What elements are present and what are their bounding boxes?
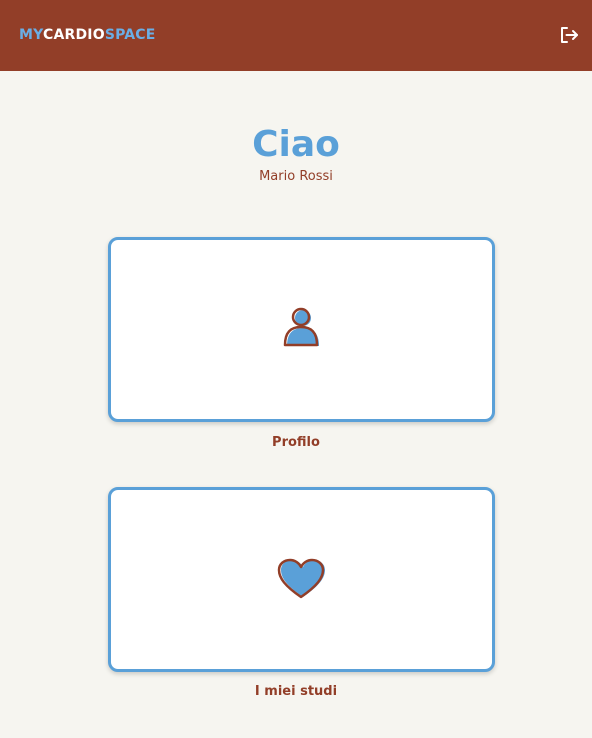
logo-part-my: MY <box>19 27 43 43</box>
logout-icon <box>561 27 578 43</box>
logo-part-cardio: CARDIO <box>42 27 105 43</box>
logo-part-space: SPACE <box>104 27 156 43</box>
profile-card-label: Profilo <box>272 435 320 450</box>
greeting-title: Ciao <box>252 124 340 165</box>
studies-card[interactable] <box>108 487 495 672</box>
user-icon <box>277 303 327 357</box>
app-logo[interactable]: MYCARDIOSPACE <box>19 27 156 43</box>
logout-button[interactable] <box>558 24 580 46</box>
heart-icon <box>277 555 327 605</box>
user-name: Mario Rossi <box>259 169 333 184</box>
studies-card-label: I miei studi <box>254 684 338 699</box>
profile-card[interactable] <box>108 237 495 422</box>
top-bar: MYCARDIOSPACE <box>0 0 592 71</box>
